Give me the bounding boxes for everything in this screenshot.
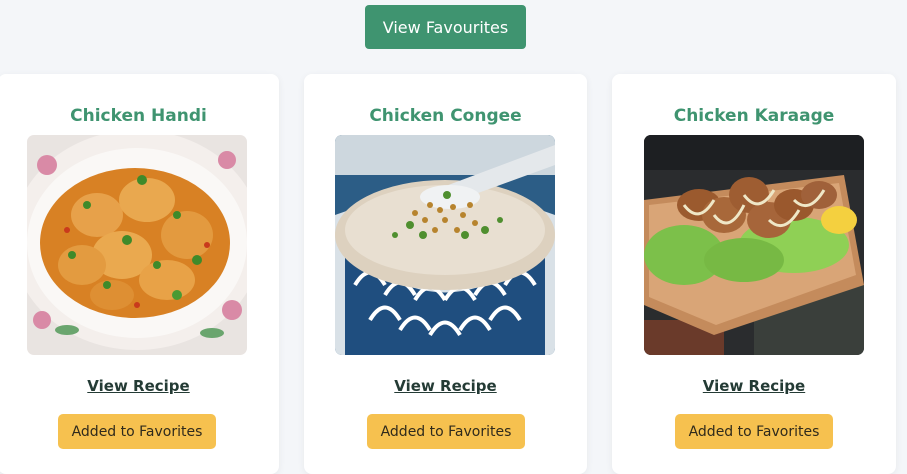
recipe-image — [27, 135, 247, 355]
recipe-image — [335, 135, 555, 355]
added-to-favorites-button[interactable]: Added to Favorites — [675, 414, 833, 449]
recipe-image — [644, 135, 864, 355]
added-to-favorites-button[interactable]: Added to Favorites — [367, 414, 525, 449]
view-favourites-button[interactable]: View Favourites — [365, 5, 526, 49]
recipe-card: Chicken Handi View Recipe Added to Favor… — [0, 74, 279, 474]
recipe-card: Chicken Karaage View Recipe Added to Fav… — [612, 74, 896, 474]
view-recipe-link[interactable]: View Recipe — [0, 377, 279, 395]
view-recipe-link[interactable]: View Recipe — [304, 377, 587, 395]
recipe-title: Chicken Karaage — [673, 106, 835, 126]
view-recipe-link[interactable]: View Recipe — [612, 377, 896, 395]
recipe-title: Chicken Handi — [70, 106, 207, 126]
recipe-title: Chicken Congee — [369, 106, 522, 126]
recipe-card: Chicken Congee View Recipe Added to Favo… — [304, 74, 587, 474]
added-to-favorites-button[interactable]: Added to Favorites — [58, 414, 216, 449]
